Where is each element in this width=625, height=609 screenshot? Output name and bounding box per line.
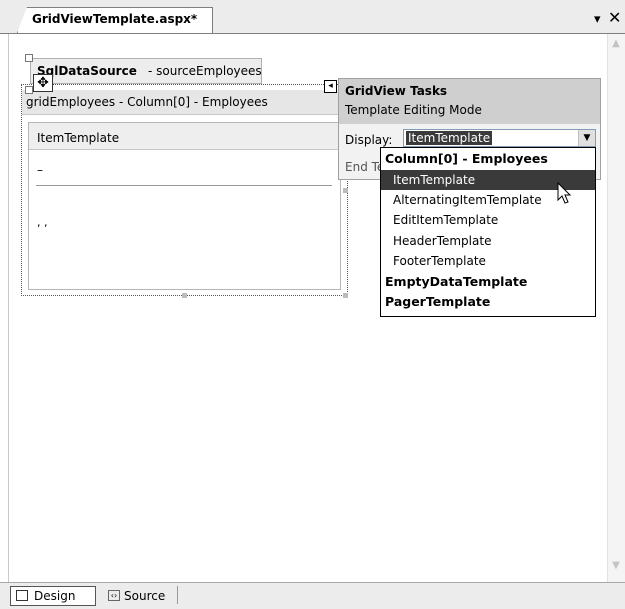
chevron-down-icon[interactable]: ▼	[578, 130, 595, 146]
resize-handle[interactable]	[182, 293, 187, 298]
resize-handle[interactable]	[343, 293, 348, 298]
datasource-id-label: - sourceEmployees	[148, 64, 262, 78]
template-horizontal-rule[interactable]	[36, 185, 332, 186]
dropdown-option-edititemtemplate[interactable]: EditItemTemplate	[381, 210, 595, 230]
display-select-value[interactable]: ItemTemplate	[406, 131, 493, 145]
dropdown-option-headertemplate[interactable]: HeaderTemplate	[381, 231, 595, 251]
dropdown-option-emptydatatemplate[interactable]: EmptyDataTemplate	[381, 272, 595, 292]
document-tab-title[interactable]: GridViewTemplate.aspx*	[32, 12, 197, 26]
item-template-label: ItemTemplate	[37, 131, 120, 145]
scroll-up-arrow-icon[interactable]: ▲	[607, 38, 625, 54]
control-glyph-icon	[25, 54, 33, 62]
mouse-pointer-icon	[557, 182, 572, 204]
tasks-panel-title: GridView Tasks	[345, 84, 448, 98]
vertical-scrollbar[interactable]	[607, 34, 625, 582]
source-view-tab[interactable]: Source	[124, 589, 165, 603]
dropdown-option-footertemplate[interactable]: FooterTemplate	[381, 251, 595, 271]
dropdown-option-pagertemplate[interactable]: PagerTemplate	[381, 292, 595, 312]
view-bar-divider	[177, 586, 178, 604]
tasks-panel-subtitle: Template Editing Mode	[345, 103, 482, 117]
smart-tag-arrow-icon[interactable]: ◂	[324, 80, 337, 93]
dropdown-group-column0: Column[0] - Employees	[385, 151, 548, 166]
close-document-icon[interactable]: ✕	[608, 8, 621, 27]
resize-handle[interactable]	[343, 188, 348, 193]
control-glyph-icon	[25, 86, 33, 94]
display-label: Display:	[345, 133, 393, 147]
design-view-icon	[16, 590, 28, 601]
template-content-dash[interactable]: –	[37, 163, 43, 177]
window-list-dropdown-icon[interactable]: ▾	[594, 12, 601, 27]
scroll-down-arrow-icon[interactable]: ▼	[607, 560, 625, 576]
source-view-icon: ‹›	[108, 590, 120, 601]
design-view-label[interactable]: Design	[34, 589, 75, 603]
move-handle-icon[interactable]: ✥	[33, 74, 53, 92]
template-content-commas[interactable]: , ,	[37, 216, 48, 229]
gridview-template-title: gridEmployees - Column[0] - Employees	[26, 95, 268, 109]
